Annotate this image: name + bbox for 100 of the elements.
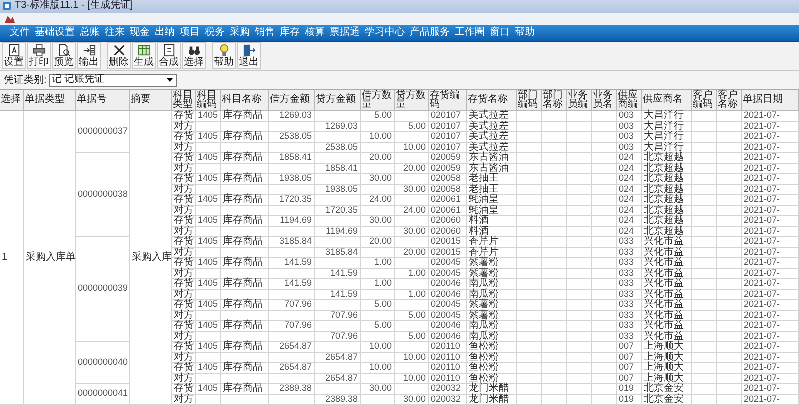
column-header[interactable]: 业务员编 <box>567 90 592 111</box>
empty-cell <box>567 142 592 153</box>
debit-amount-cell: 707.96 <box>269 321 315 332</box>
date-cell: 2021-07- <box>742 164 799 174</box>
empty-cell <box>592 216 617 226</box>
column-header[interactable]: 借方金额 <box>269 90 315 111</box>
column-header[interactable]: 业务员名 <box>592 90 617 111</box>
menu-item[interactable]: 核算 <box>305 28 325 38</box>
column-header[interactable]: 供应商编 <box>617 90 642 111</box>
menu-item[interactable]: 销售 <box>255 28 275 38</box>
column-header[interactable]: 存货名称 <box>467 90 517 111</box>
inventory-name-cell: 南瓜粉 <box>467 290 517 300</box>
toolbar-button[interactable]: 帮助 <box>212 42 236 70</box>
menu-item[interactable]: 总账 <box>80 28 100 38</box>
toolbar-button[interactable]: 打印 <box>27 42 51 70</box>
empty-cell <box>717 184 742 195</box>
empty-cell <box>592 352 617 363</box>
credit-quantity-cell: 24.00 <box>395 206 429 216</box>
empty-cell <box>542 195 567 206</box>
menu-item[interactable]: 库存 <box>280 28 300 38</box>
column-header[interactable]: 单据日期 <box>742 90 799 111</box>
toolbar-button[interactable]: 合成 <box>157 42 181 70</box>
menu-item[interactable]: 帮助 <box>515 28 535 38</box>
empty-cell <box>196 268 221 279</box>
empty-cell <box>395 384 429 394</box>
column-header[interactable]: 单据号 <box>76 90 130 111</box>
credit-amount-cell: 1938.05 <box>315 184 361 195</box>
toolbar-button[interactable]: 设置 <box>2 42 26 70</box>
column-header[interactable]: 科目类型 <box>172 90 196 111</box>
column-header[interactable]: 摘要 <box>130 90 172 111</box>
column-header[interactable]: 部门名称 <box>542 90 567 111</box>
column-header[interactable]: 科目编码 <box>196 90 221 111</box>
empty-cell <box>542 310 567 321</box>
account-name-cell: 库存商品 <box>221 363 269 374</box>
menu-item[interactable]: 往来 <box>105 28 125 38</box>
empty-cell <box>395 342 429 352</box>
column-header[interactable]: 部门编码 <box>517 90 542 111</box>
menu-item[interactable]: 窗口 <box>490 28 510 38</box>
menu-item[interactable]: 基础设置 <box>35 28 75 38</box>
menu-item[interactable]: 票据通 <box>330 28 360 38</box>
date-cell: 2021-07- <box>742 310 799 321</box>
inventory-code-cell: 020059 <box>429 164 467 174</box>
supplier-name-cell: 大昌洋行 <box>642 111 692 122</box>
credit-amount-cell: 3185.84 <box>315 248 361 258</box>
toolbar-button[interactable]: 输出 <box>77 42 101 70</box>
column-header[interactable]: 单据类型 <box>24 90 76 111</box>
column-header[interactable]: 借方数量 <box>361 90 395 111</box>
empty-cell <box>315 132 361 142</box>
empty-cell <box>717 394 742 405</box>
menu-item[interactable]: 产品服务 <box>410 28 450 38</box>
menu-item[interactable]: 现金 <box>130 28 150 38</box>
toolbar-button[interactable]: 选择 <box>182 42 206 70</box>
menu-item[interactable]: 学习中心 <box>365 28 405 38</box>
subject-type-cell: 对方 <box>172 374 196 384</box>
inventory-code-cell: 020046 <box>429 279 467 290</box>
menu-item[interactable]: 工作圈 <box>455 28 485 38</box>
empty-cell <box>269 268 315 279</box>
table-icon <box>138 44 150 57</box>
voucher-type-dropdown[interactable]: 记 记账凭证 <box>48 74 177 87</box>
empty-cell <box>567 216 592 226</box>
inventory-name-cell: 紫薯粉 <box>467 310 517 321</box>
empty-cell <box>692 206 717 216</box>
menu-item[interactable]: 项目 <box>180 28 200 38</box>
voucher-type-label: 凭证类别: <box>4 74 47 88</box>
column-header[interactable]: 供应商名 <box>642 90 692 111</box>
column-header[interactable]: 贷方金额 <box>315 90 361 111</box>
supplier-name-cell: 北京金安 <box>642 384 692 394</box>
menu-item[interactable]: 税务 <box>205 28 225 38</box>
credit-amount-cell: 707.96 <box>315 310 361 321</box>
subject-type-cell: 对方 <box>172 226 196 237</box>
subject-type-cell: 存货 <box>172 111 196 122</box>
menu-item[interactable]: 出纳 <box>155 28 175 38</box>
empty-cell <box>517 184 542 195</box>
empty-cell <box>717 206 742 216</box>
date-cell: 2021-07- <box>742 206 799 216</box>
column-header[interactable]: 客户名称 <box>717 90 742 111</box>
column-header[interactable]: 科目名称 <box>221 90 269 111</box>
toolbar-button[interactable]: 预览 <box>52 42 76 70</box>
supplier-code-cell: 019 <box>617 384 642 394</box>
subject-type-cell: 存货 <box>172 216 196 226</box>
toolbar-button[interactable]: 退出 <box>237 42 261 70</box>
empty-cell <box>395 300 429 310</box>
toolbar-button[interactable]: 删除 <box>107 42 131 70</box>
supplier-code-cell: 033 <box>617 300 642 310</box>
toolbar-button[interactable]: 生成 <box>132 42 156 70</box>
empty-cell <box>196 122 221 132</box>
empty-cell <box>269 332 315 342</box>
menu-item[interactable]: 采购 <box>230 28 250 38</box>
date-cell: 2021-07- <box>742 174 799 184</box>
menu-item[interactable]: 文件 <box>10 28 30 38</box>
column-header[interactable]: 存货编码 <box>429 90 467 111</box>
empty-cell <box>592 248 617 258</box>
column-header[interactable]: 贷方数量 <box>395 90 429 111</box>
empty-cell <box>542 153 567 164</box>
debit-quantity-cell: 1.00 <box>361 258 395 268</box>
empty-cell <box>517 195 542 206</box>
empty-cell <box>692 132 717 142</box>
empty-cell <box>315 342 361 352</box>
column-header[interactable]: 选择 <box>0 90 24 111</box>
column-header[interactable]: 客户编码 <box>692 90 717 111</box>
